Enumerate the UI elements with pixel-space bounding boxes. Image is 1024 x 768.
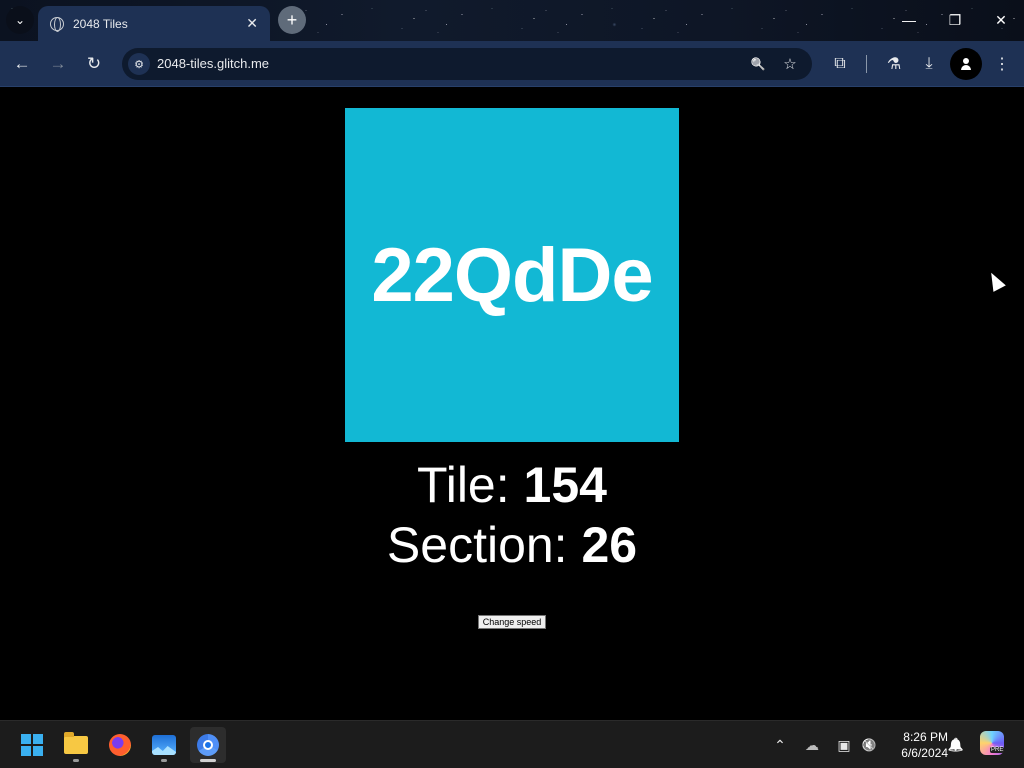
- tune-icon: ⚙: [134, 58, 144, 71]
- clock-time: 8:26 PM: [903, 730, 948, 744]
- reload-icon: ↻: [86, 54, 102, 73]
- puzzle-icon: ⧉: [834, 55, 846, 72]
- plus-icon: +: [286, 9, 298, 30]
- tile-number: 154: [523, 457, 607, 513]
- windows-logo-icon: [21, 734, 43, 756]
- photos-button[interactable]: [146, 727, 182, 763]
- running-indicator: [161, 759, 167, 762]
- restore-icon: ❐: [948, 11, 962, 28]
- extensions-button[interactable]: ⧉: [826, 50, 854, 78]
- back-arrow-icon: ←: [13, 54, 31, 73]
- forward-button[interactable]: →: [44, 50, 72, 78]
- browser-title-bar: ⌄ 2048 Tiles ✕ + — ❐ ✕: [0, 0, 1024, 41]
- downloads-button[interactable]: ⤓: [915, 50, 943, 78]
- mouse-cursor-icon: [985, 269, 1006, 292]
- volume-muted-icon: 🔇: [861, 738, 877, 752]
- volume-button[interactable]: 🔇: [858, 735, 880, 755]
- chevron-down-icon: ⌄: [14, 13, 26, 27]
- page-content: 22QdDe Tile: 154 Section: 26 Change spee…: [0, 87, 1024, 720]
- active-indicator: [200, 759, 216, 762]
- section-counter: Section: 26: [0, 515, 1024, 575]
- labs-button[interactable]: ⚗: [880, 50, 908, 78]
- tab-close-icon[interactable]: ✕: [246, 15, 258, 32]
- bell-icon: 🔔: [947, 737, 965, 752]
- toolbar-divider: [866, 55, 867, 73]
- close-window-button[interactable]: ✕: [978, 0, 1024, 40]
- chevron-up-icon: ⌃: [774, 736, 786, 753]
- chrome-button[interactable]: [190, 727, 226, 763]
- restore-button[interactable]: ❐: [932, 0, 978, 40]
- file-explorer-button[interactable]: [58, 727, 94, 763]
- zoom-button[interactable]: 🔍: [747, 53, 769, 75]
- start-button[interactable]: [14, 727, 50, 763]
- show-hidden-icons-button[interactable]: ⌃: [769, 735, 791, 755]
- zoom-icon: 🔍: [750, 57, 766, 71]
- globe-icon: [50, 16, 64, 32]
- profile-icon: [960, 58, 972, 70]
- tab-search-button[interactable]: ⌄: [6, 6, 34, 34]
- site-info-button[interactable]: ⚙: [128, 53, 150, 75]
- forward-arrow-icon: →: [49, 54, 67, 73]
- clock[interactable]: 8:26 PM 6/6/2024: [886, 729, 948, 761]
- display-icon: ▣: [837, 736, 851, 753]
- tile-text: 22QdDe: [371, 232, 653, 318]
- menu-button[interactable]: ⋮: [988, 50, 1016, 78]
- cloud-off-icon: ☁: [805, 736, 819, 753]
- change-speed-button[interactable]: Change speed: [478, 615, 546, 629]
- section-number: 26: [581, 517, 638, 573]
- flask-icon: ⚗: [886, 56, 902, 73]
- minimize-button[interactable]: —: [886, 0, 932, 40]
- chrome-icon: [197, 734, 219, 756]
- close-icon: ✕: [995, 11, 1007, 28]
- running-indicator: [73, 759, 79, 762]
- firefox-icon: [109, 734, 131, 756]
- download-icon: ⤓: [925, 55, 933, 72]
- tab-title: 2048 Tiles: [73, 16, 128, 31]
- tile-label: Tile:: [417, 457, 524, 513]
- bookmark-button[interactable]: ☆: [779, 53, 801, 75]
- firefox-button[interactable]: [102, 727, 138, 763]
- minimize-icon: —: [902, 12, 916, 28]
- network-button[interactable]: ▣: [833, 735, 855, 755]
- back-button[interactable]: ←: [8, 50, 36, 78]
- tile-counter: Tile: 154: [0, 455, 1024, 515]
- tab-2048-tiles[interactable]: 2048 Tiles ✕: [38, 6, 270, 41]
- browser-toolbar: ← → ↻ ⚙ 2048-tiles.glitch.me 🔍 ☆ ⧉ ⚗ ⤓ ⋮: [0, 41, 1024, 87]
- profile-button[interactable]: [950, 48, 982, 80]
- taskbar: ⌃ ☁ ▣ 🔇 8:26 PM 6/6/2024 🔔 PRE: [0, 720, 1024, 768]
- folder-icon: [64, 732, 88, 754]
- url-text[interactable]: 2048-tiles.glitch.me: [157, 56, 269, 71]
- copilot-badge: PRE: [990, 747, 1005, 753]
- reload-button[interactable]: ↻: [80, 50, 108, 78]
- kebab-menu-icon: ⋮: [994, 56, 1010, 73]
- star-icon: ☆: [783, 56, 797, 73]
- notifications-button[interactable]: 🔔: [945, 735, 967, 755]
- photos-icon: [152, 735, 176, 755]
- game-tile: 22QdDe: [345, 108, 679, 442]
- onedrive-button[interactable]: ☁: [801, 735, 823, 755]
- section-label: Section:: [386, 517, 582, 573]
- clock-date: 6/6/2024: [901, 746, 948, 760]
- new-tab-button[interactable]: +: [278, 6, 306, 34]
- address-bar[interactable]: ⚙ 2048-tiles.glitch.me 🔍 ☆: [122, 48, 812, 80]
